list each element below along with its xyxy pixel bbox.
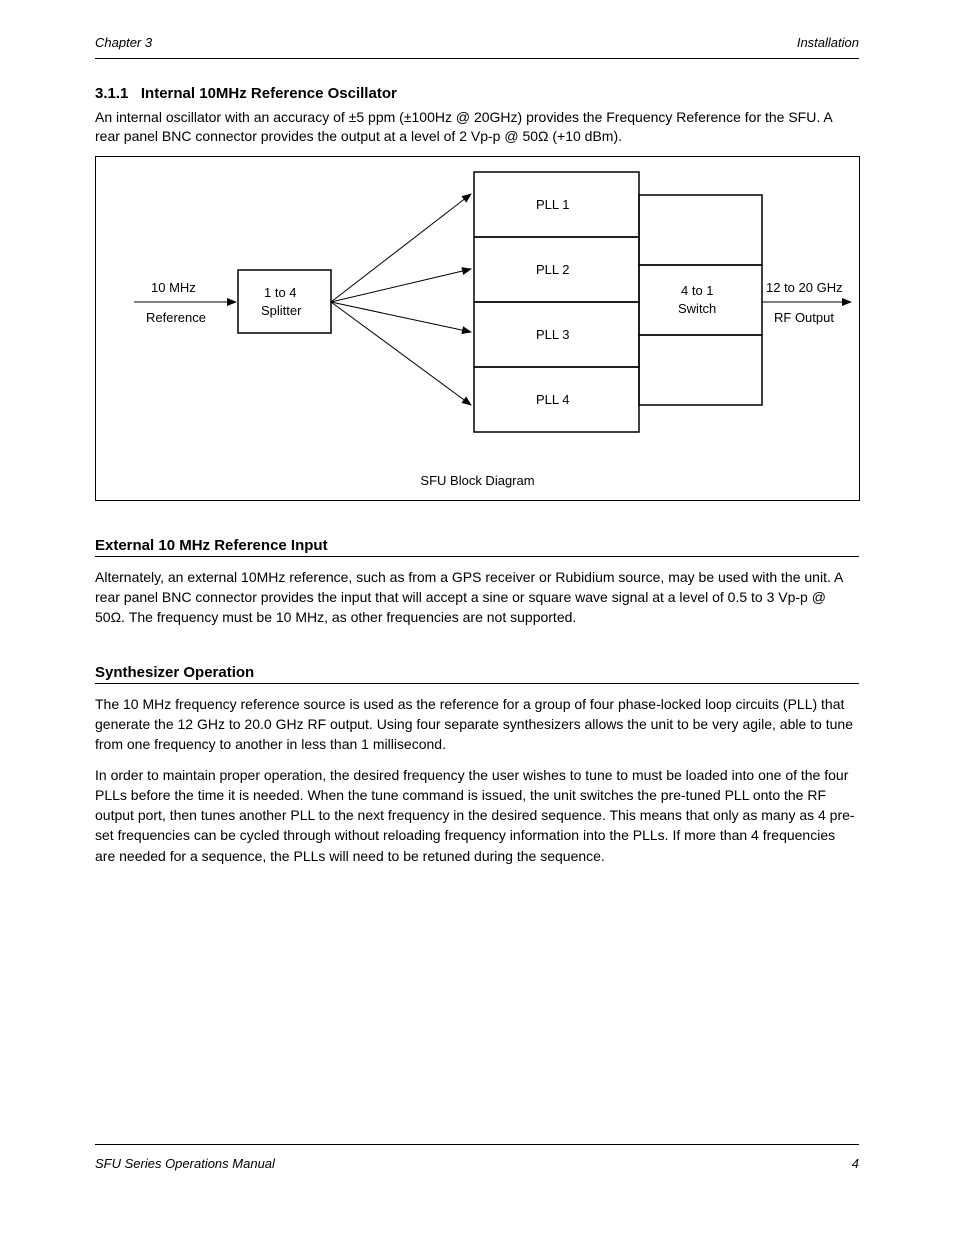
output-label-bottom: RF Output: [774, 310, 834, 325]
header-chapter: Chapter 3: [95, 35, 152, 50]
pll-3-label: PLL 3: [536, 327, 570, 342]
footer-page-number: 4: [852, 1156, 859, 1171]
section-ext-ref-heading: External 10 MHz Reference Input: [95, 537, 859, 557]
section-number: 3.1.1: [95, 85, 128, 102]
switch-label-top: 4 to 1: [681, 283, 714, 298]
header-rule: [95, 58, 859, 59]
switch-label-bottom: Switch: [678, 301, 716, 316]
section-synth-op-heading: Synthesizer Operation: [95, 664, 859, 684]
input-label-bottom: Reference: [146, 310, 206, 325]
section-synth-op-p1: The 10 MHz frequency reference source is…: [95, 694, 859, 755]
diagram-caption: SFU Block Diagram: [96, 473, 859, 488]
footer-rule: [95, 1144, 859, 1145]
page-header: Chapter 3 Installation: [95, 35, 859, 56]
section-3-1-1-body: An internal oscillator with an accuracy …: [95, 108, 859, 146]
section-synth-op-p2: In order to maintain proper operation, t…: [95, 765, 859, 866]
page-footer: SFU Series Operations Manual 4: [95, 1156, 859, 1171]
section-3-1-1-heading: 3.1.1 Internal 10MHz Reference Oscillato…: [95, 85, 859, 102]
section-ext-ref-body: Alternately, an external 10MHz reference…: [95, 567, 859, 628]
section-title: Internal 10MHz Reference Oscillator: [141, 85, 397, 102]
pll-1-label: PLL 1: [536, 197, 570, 212]
page: Chapter 3 Installation 3.1.1 Internal 10…: [0, 0, 954, 1235]
footer-title: SFU Series Operations Manual: [95, 1156, 275, 1171]
input-label-top: 10 MHz: [151, 280, 196, 295]
pll-2-label: PLL 2: [536, 262, 570, 277]
splitter-label-top: 1 to 4: [264, 285, 297, 300]
diagram-svg: 10 MHz Reference 1 to 4 Splitter PLL 1 P…: [96, 157, 859, 467]
pll-4-label: PLL 4: [536, 392, 570, 407]
splitter-label-bottom: Splitter: [261, 303, 302, 318]
output-label-top: 12 to 20 GHz: [766, 280, 843, 295]
header-section-title: Installation: [797, 35, 859, 50]
sfu-block-diagram: 10 MHz Reference 1 to 4 Splitter PLL 1 P…: [95, 156, 860, 501]
